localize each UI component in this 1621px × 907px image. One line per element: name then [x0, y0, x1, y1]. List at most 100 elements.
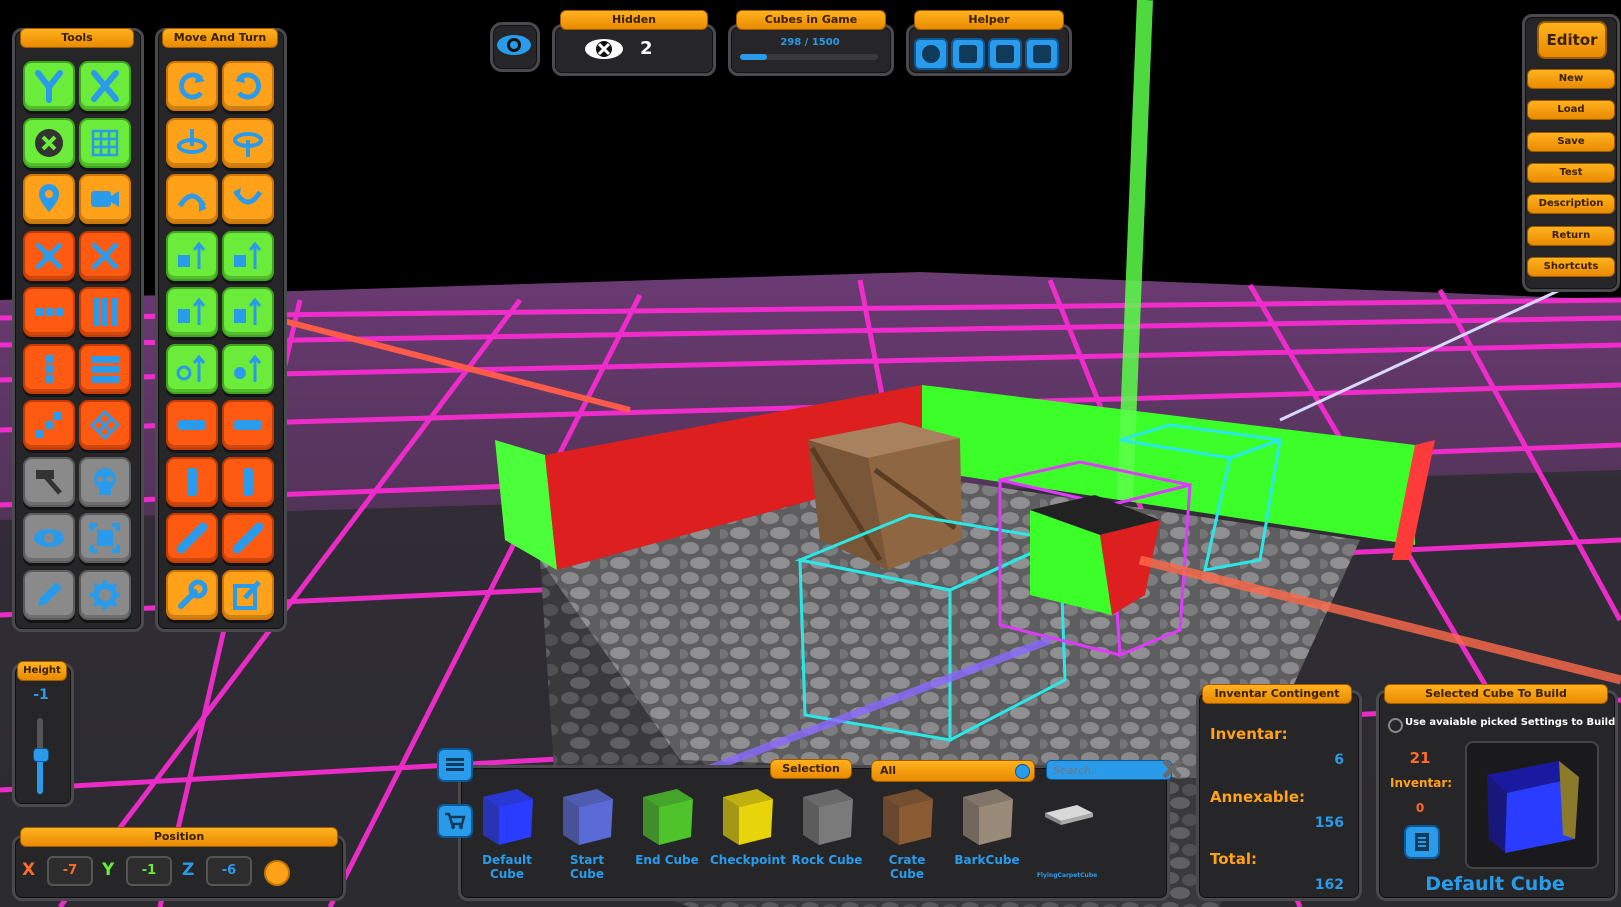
hammer-tool-button[interactable] [23, 456, 75, 507]
bar-diagonal-tool-button[interactable] [166, 513, 218, 563]
position-pin-icon[interactable] [264, 860, 290, 886]
grid-tool-button[interactable] [79, 117, 131, 168]
edit-tool-button[interactable] [222, 569, 274, 620]
up-arrow-helper-button[interactable] [951, 38, 985, 70]
rotate-right-icon [231, 69, 265, 103]
circle-x-tool-button[interactable] [23, 117, 75, 168]
category-dropdown[interactable]: All [871, 760, 1035, 782]
gear-tool-button[interactable] [79, 569, 131, 620]
diagonal-dots-tool-button[interactable] [23, 400, 75, 450]
vertical-dots-icon [32, 352, 66, 386]
move-up-square-tool-button[interactable] [222, 230, 274, 281]
cube-item[interactable]: End Cube [630, 785, 704, 867]
move-target-tool-button[interactable] [222, 343, 274, 394]
editor-test-button[interactable]: Test [1527, 162, 1615, 183]
list-view-button[interactable] [437, 748, 473, 782]
wrench-icon [175, 578, 209, 612]
list-icon [446, 758, 464, 771]
cube-item[interactable]: Start Cube [550, 785, 624, 881]
cube-item[interactable]: Default Cube [470, 785, 544, 881]
cube-thumbnail [557, 785, 617, 847]
map-pin-tool-button[interactable] [23, 174, 75, 224]
height-panel [12, 663, 74, 807]
cube-item[interactable]: FlyingCarpetCube [1030, 785, 1104, 883]
move-circle-icon [175, 352, 209, 386]
move-left-tool-button[interactable] [166, 287, 218, 337]
editor-description-button[interactable]: Description [1527, 194, 1615, 215]
editor-shortcuts-button[interactable]: Shortcuts [1527, 256, 1615, 277]
move-left-icon [175, 295, 209, 329]
skull-tool-button[interactable] [79, 456, 131, 507]
camera-tool-button[interactable] [79, 174, 131, 224]
diagonal-grid-tool-button[interactable] [79, 400, 131, 450]
turn-up-tool-button[interactable] [222, 117, 274, 168]
bar-horizontal-tool-button[interactable] [222, 400, 274, 450]
eraser-helper-button[interactable] [1025, 38, 1059, 70]
eye-icon[interactable] [496, 33, 532, 57]
frame-tool-button[interactable] [79, 513, 131, 563]
use-settings-radio[interactable] [1388, 718, 1403, 733]
bar-diagonal-icon [231, 521, 265, 555]
annexable-value: 156 [1314, 815, 1344, 831]
move-circle-tool-button[interactable] [166, 343, 218, 394]
hidden-eye-tool-button[interactable] [23, 513, 75, 563]
column-dots-tool-button[interactable] [79, 287, 131, 337]
cube-label: Checkpoint [710, 853, 786, 867]
cube-label-line2: Cube [569, 867, 605, 881]
cube-thumbnail [877, 785, 937, 847]
row-dots-tool-button[interactable] [23, 287, 75, 337]
center-helper-button[interactable] [914, 38, 948, 70]
flip-right-tool-button[interactable] [222, 174, 274, 224]
bar-horizontal-tool-button[interactable] [166, 400, 218, 450]
y-axis-tool-button[interactable] [23, 61, 75, 111]
pencil-tool-button[interactable] [23, 569, 75, 620]
editor-save-button[interactable]: Save [1527, 131, 1615, 152]
cube-label: Default Cube [470, 853, 544, 881]
shop-button[interactable] [437, 804, 473, 838]
frame-select-helper-button[interactable] [988, 38, 1022, 70]
bar-diagonal-tool-button[interactable] [222, 513, 274, 563]
cube-label-line2: Cube [889, 867, 925, 881]
bar-vertical-tool-button[interactable] [222, 456, 274, 507]
wrench-tool-button[interactable] [166, 569, 218, 620]
document-icon [1415, 833, 1429, 851]
cube-item[interactable]: BarkCube [950, 785, 1024, 867]
hidden-eye-icon [32, 521, 66, 555]
diagonal-dots-icon [32, 408, 66, 442]
expand-tool-button[interactable] [79, 230, 131, 281]
tools-panel-title: Tools [20, 28, 134, 48]
y-position-value[interactable]: -1 [126, 856, 172, 886]
cube-item[interactable]: Crate Cube [870, 785, 944, 881]
expand-icon [88, 239, 122, 273]
search-input[interactable] [1046, 760, 1172, 780]
editor-new-button[interactable]: New [1527, 69, 1615, 89]
turn-up-icon [231, 126, 265, 160]
move-up-triangle-tool-button[interactable] [166, 230, 218, 281]
flip-left-icon [175, 182, 209, 216]
height-slider[interactable] [33, 718, 49, 794]
editor-load-button[interactable]: Load [1527, 100, 1615, 121]
turn-down-tool-button[interactable] [166, 117, 218, 168]
clear-search-icon[interactable] [1160, 757, 1184, 781]
cube-info-button[interactable] [1404, 825, 1440, 859]
cube-thumbnail [797, 785, 857, 847]
camera-icon [88, 182, 122, 216]
vertical-dots-tool-button[interactable] [23, 343, 75, 394]
cubes-in-game-text: 298 / 1500 [780, 37, 840, 48]
rotate-left-tool-button[interactable] [166, 61, 218, 111]
x-axis-tool-button[interactable] [79, 61, 131, 111]
flip-left-tool-button[interactable] [166, 174, 218, 224]
column-dots-icon [88, 295, 122, 329]
bar-vertical-tool-button[interactable] [166, 456, 218, 507]
list-tool-button[interactable] [79, 343, 131, 394]
x-position-value[interactable]: -7 [47, 856, 93, 886]
hidden-count: 2 [640, 38, 653, 59]
move-right-tool-button[interactable] [222, 287, 274, 337]
cube-item[interactable]: Checkpoint [710, 785, 786, 867]
editor-return-button[interactable]: Return [1527, 225, 1615, 246]
height-slider-handle[interactable] [33, 748, 49, 762]
z-position-value[interactable]: -6 [206, 856, 252, 886]
cube-item[interactable]: Rock Cube [790, 785, 864, 867]
rotate-right-tool-button[interactable] [222, 61, 274, 111]
collapse-tool-button[interactable] [23, 230, 75, 281]
